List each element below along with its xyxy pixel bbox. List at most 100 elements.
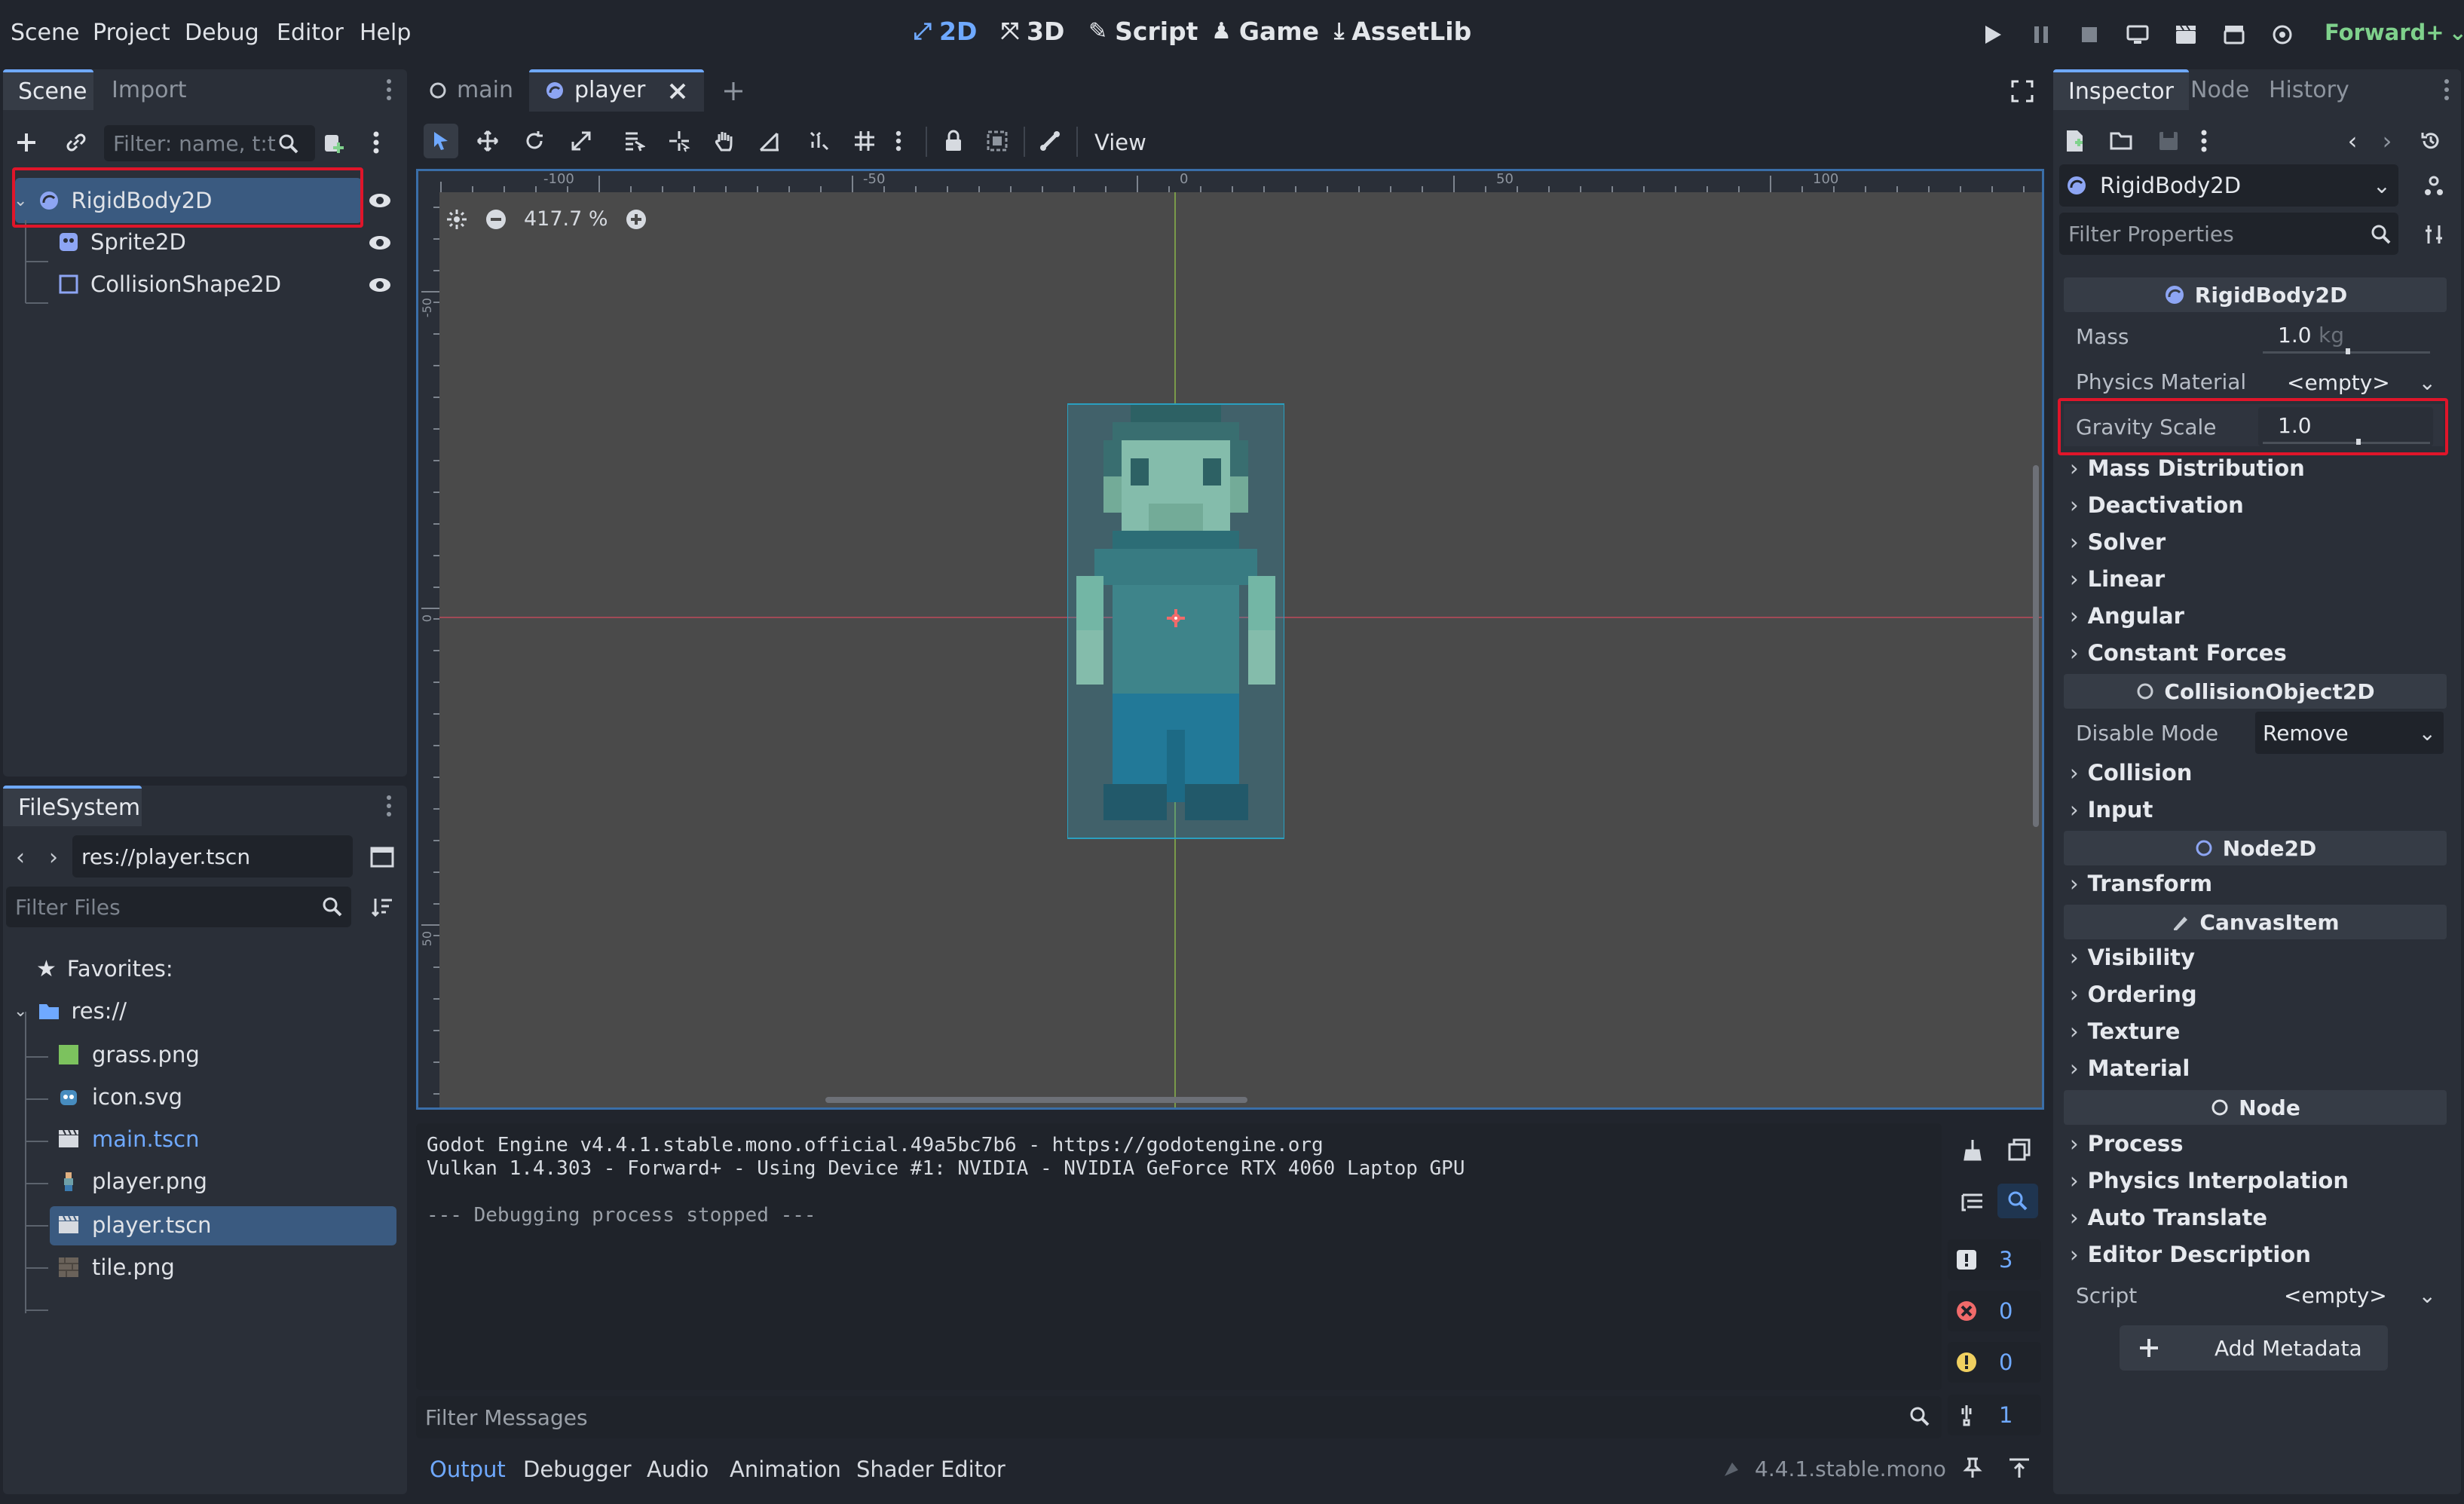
horizontal-scrollbar[interactable] [825,1097,1247,1103]
object-history-button[interactable] [2413,124,2448,158]
smart-snap-button[interactable] [802,124,837,158]
mass-spinbox[interactable]: 1.0 kg [2258,317,2433,356]
ruler-mode-button[interactable] [752,124,787,158]
add-node-button[interactable] [9,125,44,160]
filter-properties-input[interactable]: Filter Properties [2059,213,2398,255]
pause-button[interactable] [2026,20,2056,50]
run-current-scene-button[interactable] [2171,20,2201,50]
list-select-button[interactable] [617,124,651,158]
distraction-free-button[interactable] [2005,74,2040,109]
path-field[interactable]: res://player.tscn [72,835,353,878]
extra-options-button[interactable] [2195,124,2213,158]
renderer-selector[interactable]: Forward+ ⌄ [2325,20,2464,45]
group-angular[interactable]: › Angular [2070,603,2184,629]
movie-maker-button[interactable] [2267,20,2297,50]
add-metadata-button[interactable]: Add Metadata [2120,1325,2388,1371]
history-forward-button[interactable]: › [42,840,65,875]
canvas-viewport[interactable]: -100 -50 0 50 100 -50 0 50 417.7 % [416,169,2044,1110]
visibility-eye-icon[interactable] [366,271,393,299]
save-resource-button[interactable] [2151,124,2186,158]
play-button[interactable] [1978,20,2008,50]
toggle-split-button[interactable] [365,840,399,875]
group-linear[interactable]: › Linear [2070,566,2165,592]
dock-menu-icon[interactable] [380,72,398,107]
visibility-eye-icon[interactable] [366,229,393,256]
file-item-icon[interactable]: icon.svg [57,1077,182,1117]
group-collision[interactable]: › Collision [2070,760,2192,786]
dock-menu-icon[interactable] [2438,72,2456,107]
rotate-mode-button[interactable] [517,124,552,158]
run-custom-scene-button[interactable] [2219,20,2249,50]
scene-menu-button[interactable] [365,125,387,160]
bottom-tab-shader-editor[interactable]: Shader Editor [856,1457,1005,1482]
workspace-script[interactable]: ✎ Script [1088,17,1198,46]
view-menu[interactable]: View [1094,130,1146,155]
tree-node-collisionshape2d[interactable]: CollisionShape2D [57,264,281,305]
group-constant-forces[interactable]: › Constant Forces [2070,640,2287,666]
filter-messages-input[interactable]: Filter Messages [416,1396,1942,1438]
object-selector[interactable]: RigidBody2D ⌄ [2059,164,2398,207]
filter-files-input[interactable]: Filter Files [6,887,351,927]
copy-output-button[interactable] [2002,1132,2037,1167]
skeleton-button[interactable] [1033,124,1067,158]
tab-node[interactable]: Node [2175,69,2264,110]
tab-inspector[interactable]: Inspector [2053,69,2189,110]
node-settings-button[interactable] [2417,169,2451,204]
slider-grabber[interactable] [2346,348,2350,354]
snap-options-button[interactable] [889,124,908,158]
tab-import[interactable]: Import [96,69,202,110]
group-material[interactable]: › Material [2070,1055,2190,1081]
section-rigidbody2d[interactable]: RigidBody2D [2064,277,2447,312]
tab-scene[interactable]: Scene [3,69,93,110]
clear-output-button[interactable] [1955,1132,1990,1167]
scale-mode-button[interactable] [564,124,598,158]
output-log[interactable]: Godot Engine v4.4.1.stable.mono.official… [416,1123,1942,1390]
group-deactivation[interactable]: › Deactivation [2070,492,2244,518]
group-visibility[interactable]: › Visibility [2070,945,2195,970]
history-back-button[interactable]: ‹ [9,840,32,875]
menu-help[interactable]: Help [360,20,411,46]
script-picker[interactable]: <empty> ⌄ [2258,1274,2439,1316]
workspace-assetlib[interactable]: ⤓ AssetLib [1334,17,1471,46]
file-item-player-tscn[interactable]: player.tscn [57,1205,212,1245]
errors-filter[interactable]: 0 [1948,1291,2041,1331]
stop-button[interactable] [2074,20,2104,50]
workspace-game[interactable]: ♟ Game [1211,17,1319,46]
tab-filesystem[interactable]: FileSystem [3,786,142,826]
group-button[interactable] [980,124,1015,158]
group-auto-translate[interactable]: › Auto Translate [2070,1205,2267,1230]
close-tab-button[interactable] [660,74,695,109]
new-resource-button[interactable] [2058,124,2092,158]
group-mass-distribution[interactable]: › Mass Distribution [2070,455,2305,481]
load-resource-button[interactable] [2104,124,2139,158]
inspector-options-button[interactable] [2417,217,2451,252]
lock-button[interactable] [936,124,971,158]
zoom-level[interactable]: 417.7 % [524,207,608,231]
menu-project[interactable]: Project [93,20,170,46]
menu-editor[interactable]: Editor [277,20,344,46]
history-back-button[interactable]: ‹ [2341,124,2364,158]
visibility-eye-icon[interactable] [366,187,393,214]
bottom-tab-animation[interactable]: Animation [730,1457,841,1482]
instance-scene-button[interactable] [59,125,93,160]
version-label[interactable]: 4.4.1.stable.mono [1722,1457,1946,1481]
physics-material-picker[interactable]: <empty> ⌄ [2258,363,2439,401]
pin-panel-button[interactable] [1955,1450,1990,1485]
pan-mode-button[interactable] [707,124,742,158]
move-mode-button[interactable] [470,124,505,158]
menu-scene[interactable]: Scene [11,20,79,46]
menu-debug[interactable]: Debug [185,20,259,46]
new-scene-tab-button[interactable] [716,74,751,109]
tree-node-sprite2d[interactable]: Sprite2D [57,222,186,262]
collapse-duplicates-button[interactable] [1955,1185,1990,1220]
tab-history[interactable]: History [2254,69,2365,110]
history-forward-button[interactable]: › [2376,124,2398,158]
group-process[interactable]: › Process [2070,1131,2183,1156]
disable-mode-dropdown[interactable]: Remove ⌄ [2255,712,2444,754]
section-node2d[interactable]: Node2D [2064,831,2447,865]
search-toggle-button[interactable] [1997,1184,2038,1218]
remote-debug-button[interactable] [2123,20,2153,50]
group-editor-description[interactable]: › Editor Description [2070,1242,2311,1267]
bottom-tab-debugger[interactable]: Debugger [523,1457,632,1482]
section-collisionobject2d[interactable]: CollisionObject2D [2064,674,2447,709]
